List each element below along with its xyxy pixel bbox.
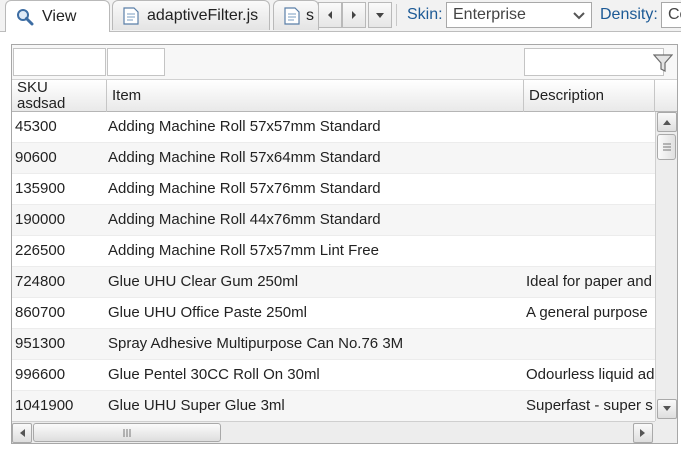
cell-sku: 45300 bbox=[15, 118, 57, 135]
table-row[interactable]: 90600 Adding Machine Roll 57x64mm Standar… bbox=[12, 143, 655, 174]
table-row[interactable]: 951300 Spray Adhesive Multipurpose Can No… bbox=[12, 329, 655, 360]
column-header-description[interactable]: Description bbox=[524, 80, 655, 112]
sku-filter-input[interactable] bbox=[13, 48, 106, 76]
cell-item: Adding Machine Roll 44x76mm Standard bbox=[108, 211, 381, 228]
cell-description bbox=[526, 112, 655, 143]
scroll-up-button[interactable] bbox=[657, 112, 677, 132]
tab-scroll-right-button[interactable] bbox=[342, 2, 366, 28]
toolbar-divider bbox=[396, 4, 397, 26]
tab-scroll-left-button[interactable] bbox=[318, 2, 342, 28]
cell-sku: 951300 bbox=[15, 335, 66, 352]
vertical-scrollbar[interactable] bbox=[655, 112, 677, 421]
grip-icon bbox=[123, 428, 131, 437]
chevron-down-icon bbox=[573, 12, 585, 20]
cell-item: Glue UHU Super Glue 3ml bbox=[108, 397, 285, 414]
data-grid: SKU asdsad Item Description 45300 Adding … bbox=[11, 44, 678, 444]
description-filter-input[interactable] bbox=[524, 48, 664, 76]
tab-view-label: View bbox=[42, 7, 77, 25]
top-toolbar: View adaptiveFilter.js s Skin: Enterpris… bbox=[0, 0, 681, 32]
table-row[interactable]: 996600 Glue Pentel 30CC Roll On 30ml Odour… bbox=[12, 360, 655, 391]
table-row[interactable]: 1041900 Glue UHU Super Glue 3ml Superfast … bbox=[12, 391, 655, 421]
arrow-down-icon bbox=[663, 406, 671, 411]
cell-sku: 135900 bbox=[15, 180, 66, 197]
density-select[interactable]: Co bbox=[661, 2, 681, 28]
column-header-row: SKU asdsad Item Description bbox=[12, 79, 677, 112]
cell-item: Glue UHU Clear Gum 250ml bbox=[108, 273, 299, 290]
arrow-right-icon bbox=[640, 429, 645, 437]
table-row[interactable]: 226500 Adding Machine Roll 57x57mm Lint F… bbox=[12, 236, 655, 267]
skin-select-value: Enterprise bbox=[453, 6, 526, 23]
cell-sku: 226500 bbox=[15, 242, 66, 259]
skin-label: Skin: bbox=[407, 6, 443, 23]
table-row[interactable]: 135900 Adding Machine Roll 57x76mm Standa… bbox=[12, 174, 655, 205]
column-header-description-label: Description bbox=[529, 87, 605, 104]
document-icon bbox=[123, 6, 139, 25]
cell-item: Adding Machine Roll 57x76mm Standard bbox=[108, 180, 381, 197]
skin-select[interactable]: Enterprise bbox=[446, 2, 592, 28]
cell-item: Adding Machine Roll 57x57mm Lint Free bbox=[108, 242, 379, 259]
horizontal-scroll-thumb[interactable] bbox=[33, 423, 221, 442]
cell-item: Glue Pentel 30CC Roll On 30ml bbox=[108, 366, 320, 383]
scrollbar-corner bbox=[655, 421, 677, 443]
vertical-scroll-thumb[interactable] bbox=[657, 134, 676, 160]
cell-item: Adding Machine Roll 57x64mm Standard bbox=[108, 149, 381, 166]
column-header-item-label: Item bbox=[112, 87, 142, 104]
cell-sku: 996600 bbox=[15, 366, 66, 383]
scroll-down-button[interactable] bbox=[657, 399, 677, 419]
cell-item: Adding Machine Roll 57x57mm Standard bbox=[108, 118, 381, 135]
tab-view[interactable]: View bbox=[5, 0, 110, 32]
document-icon bbox=[284, 6, 300, 25]
tab-source-label: s bbox=[306, 6, 314, 24]
cell-description: Ideal for paper and bbox=[526, 273, 652, 290]
filter-row bbox=[12, 45, 677, 79]
tab-menu-button[interactable] bbox=[368, 2, 392, 28]
table-row[interactable]: 45300 Adding Machine Roll 57x57mm Standar… bbox=[12, 112, 655, 143]
cell-description: Odourless liquid ad bbox=[526, 366, 655, 383]
table-row[interactable]: 860700 Glue UHU Office Paste 250ml A gener… bbox=[12, 298, 655, 329]
chevron-right-icon bbox=[352, 11, 356, 19]
cell-item: Glue UHU Office Paste 250ml bbox=[108, 304, 307, 321]
tab-adaptive-filter[interactable]: adaptiveFilter.js bbox=[112, 0, 270, 30]
scroll-left-button[interactable] bbox=[12, 423, 32, 443]
table-row[interactable]: 724800 Glue UHU Clear Gum 250ml Ideal for … bbox=[12, 267, 655, 298]
cell-sku: 190000 bbox=[15, 211, 66, 228]
arrow-left-icon bbox=[20, 429, 25, 437]
table-row[interactable]: 190000 Adding Machine Roll 44x76mm Standa… bbox=[12, 205, 655, 236]
scroll-right-button[interactable] bbox=[633, 423, 653, 443]
cell-sku: 1041900 bbox=[15, 397, 74, 414]
cell-description bbox=[526, 329, 655, 360]
search-icon bbox=[16, 8, 34, 26]
chevron-down-icon bbox=[376, 13, 384, 18]
arrow-up-icon bbox=[663, 120, 671, 125]
cell-sku: 860700 bbox=[15, 304, 66, 321]
cell-sku: 90600 bbox=[15, 149, 57, 166]
column-header-sku-label: SKU asdsad bbox=[17, 80, 66, 112]
tab-adaptive-filter-label: adaptiveFilter.js bbox=[147, 6, 259, 24]
grid-body: 45300 Adding Machine Roll 57x57mm Standar… bbox=[12, 112, 655, 421]
grip-icon bbox=[662, 143, 671, 151]
cell-description: Superfast - super s bbox=[526, 397, 653, 414]
column-header-item[interactable]: Item bbox=[107, 80, 524, 112]
density-label: Density: bbox=[600, 6, 658, 23]
density-select-value: Co bbox=[668, 6, 681, 23]
cell-sku: 724800 bbox=[15, 273, 66, 290]
cell-item: Spray Adhesive Multipurpose Can No.76 3M bbox=[108, 335, 404, 352]
column-header-sku[interactable]: SKU asdsad bbox=[12, 80, 107, 112]
cell-description bbox=[526, 174, 655, 205]
cell-description: A general purpose bbox=[526, 304, 648, 321]
item-filter-input[interactable] bbox=[107, 48, 165, 76]
cell-description bbox=[526, 205, 655, 236]
filter-button[interactable] bbox=[651, 51, 675, 75]
funnel-icon bbox=[653, 54, 673, 72]
cell-description bbox=[526, 236, 655, 267]
cell-description bbox=[526, 143, 655, 174]
chevron-left-icon bbox=[328, 11, 332, 19]
horizontal-scrollbar[interactable] bbox=[12, 421, 655, 443]
tab-source[interactable]: s bbox=[273, 0, 319, 30]
